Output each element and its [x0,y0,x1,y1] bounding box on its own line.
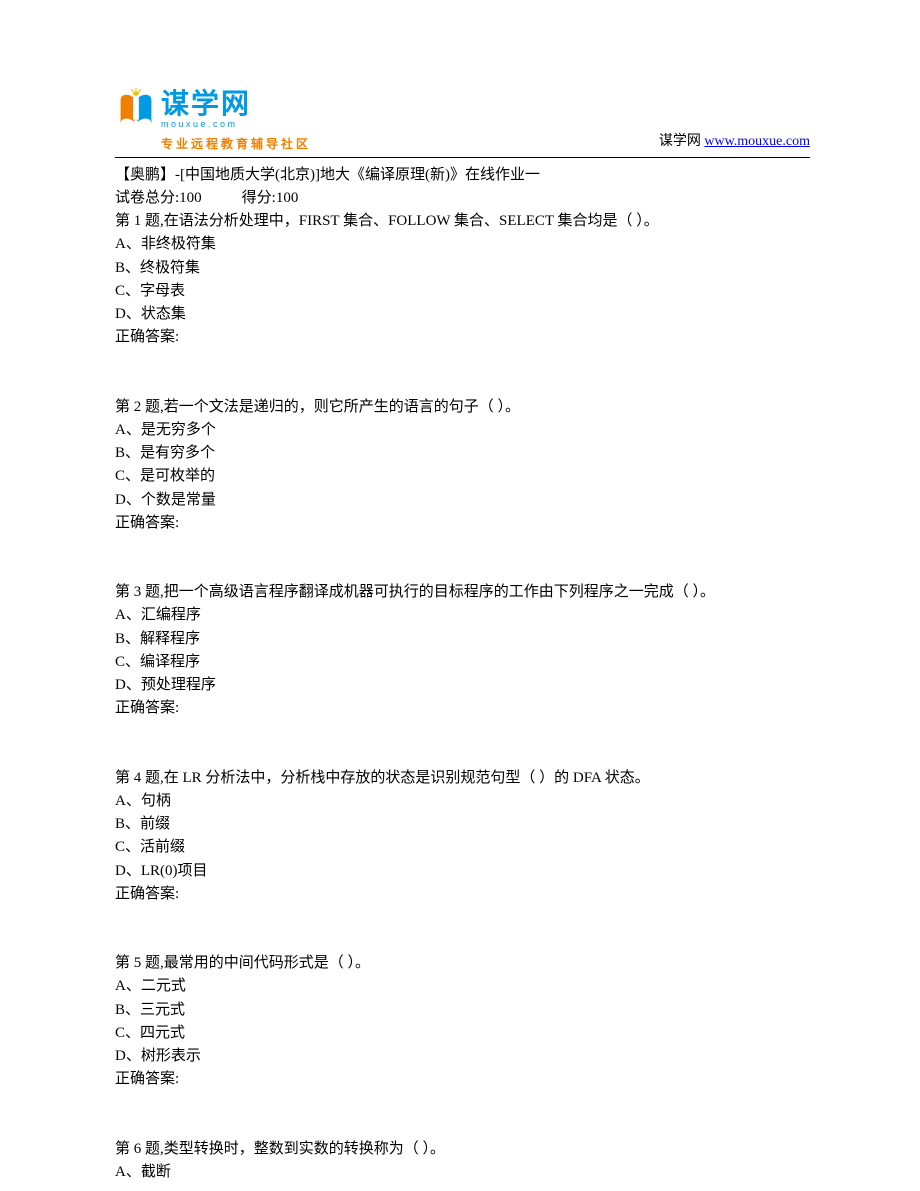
option: D、LR(0)项目 [115,860,810,883]
option: C、编译程序 [115,651,810,674]
option: D、树形表示 [115,1045,810,1068]
option: B、终极符集 [115,257,810,280]
question-text: 第 4 题,在 LR 分析法中，分析栈中存放的状态是识别规范句型（ ）的 DFA… [115,767,810,790]
logo: 谋学网 mouxue.com 专业远程教育辅导社区 [115,90,311,155]
answer-label: 正确答案: [115,883,810,906]
option: B、是有穷多个 [115,442,810,465]
question-block: 第 5 题,最常用的中间代码形式是（ ）。 A、二元式 B、三元式 C、四元式 … [115,952,810,1092]
option: A、句柄 [115,790,810,813]
question-text: 第 6 题,类型转换时，整数到实数的转换称为（ ）。 [115,1138,810,1161]
answer-label: 正确答案: [115,512,810,535]
score-got: 得分:100 [242,187,299,210]
answer-label: 正确答案: [115,697,810,720]
question-text: 第 5 题,最常用的中间代码形式是（ ）。 [115,952,810,975]
question-text: 第 3 题,把一个高级语言程序翻译成机器可执行的目标程序的工作由下列程序之一完成… [115,581,810,604]
question-block: 第 6 题,类型转换时，整数到实数的转换称为（ ）。 A、截断 [115,1138,810,1185]
document-body: 【奥鹏】-[中国地质大学(北京)]地大《编译原理(新)》在线作业一 试卷总分:1… [115,164,810,1185]
question-block: 第 3 题,把一个高级语言程序翻译成机器可执行的目标程序的工作由下列程序之一完成… [115,581,810,721]
logo-text: 谋学网 mouxue.com 专业远程教育辅导社区 [161,90,311,155]
logo-pinyin: mouxue.com [161,117,311,131]
question-block: 第 4 题,在 LR 分析法中，分析栈中存放的状态是识别规范句型（ ）的 DFA… [115,767,810,907]
option: B、前缀 [115,813,810,836]
option: C、字母表 [115,280,810,303]
option: C、四元式 [115,1022,810,1045]
option: B、三元式 [115,999,810,1022]
option: B、解释程序 [115,628,810,651]
question-text: 第 2 题,若一个文法是递归的，则它所产生的语言的句子（ ）。 [115,396,810,419]
score-line: 试卷总分:100 得分:100 [115,187,810,210]
logo-title: 谋学网 [161,90,311,118]
question-block: 第 1 题,在语法分析处理中，FIRST 集合、FOLLOW 集合、SELECT… [115,210,810,350]
option: C、活前缀 [115,836,810,859]
option: D、个数是常量 [115,489,810,512]
book-icon [115,88,157,130]
question-block: 第 2 题,若一个文法是递归的，则它所产生的语言的句子（ ）。 A、是无穷多个 … [115,396,810,536]
option: D、状态集 [115,303,810,326]
answer-label: 正确答案: [115,1068,810,1091]
header-right-text: 谋学网 [659,134,705,149]
doc-title: 【奥鹏】-[中国地质大学(北京)]地大《编译原理(新)》在线作业一 [115,164,810,187]
option: A、是无穷多个 [115,419,810,442]
option: A、非终极符集 [115,233,810,256]
answer-label: 正确答案: [115,326,810,349]
option: D、预处理程序 [115,674,810,697]
score-total: 试卷总分:100 [115,187,202,210]
question-text: 第 1 题,在语法分析处理中，FIRST 集合、FOLLOW 集合、SELECT… [115,210,810,233]
header-link[interactable]: www.mouxue.com [704,134,810,149]
option: C、是可枚举的 [115,465,810,488]
option: A、二元式 [115,975,810,998]
header-link-area: 谋学网 www.mouxue.com [659,131,810,154]
logo-tagline: 专业远程教育辅导社区 [161,135,311,154]
option: A、截断 [115,1161,810,1184]
page-header: 谋学网 mouxue.com 专业远程教育辅导社区 谋学网 www.mouxue… [115,90,810,158]
option: A、汇编程序 [115,604,810,627]
